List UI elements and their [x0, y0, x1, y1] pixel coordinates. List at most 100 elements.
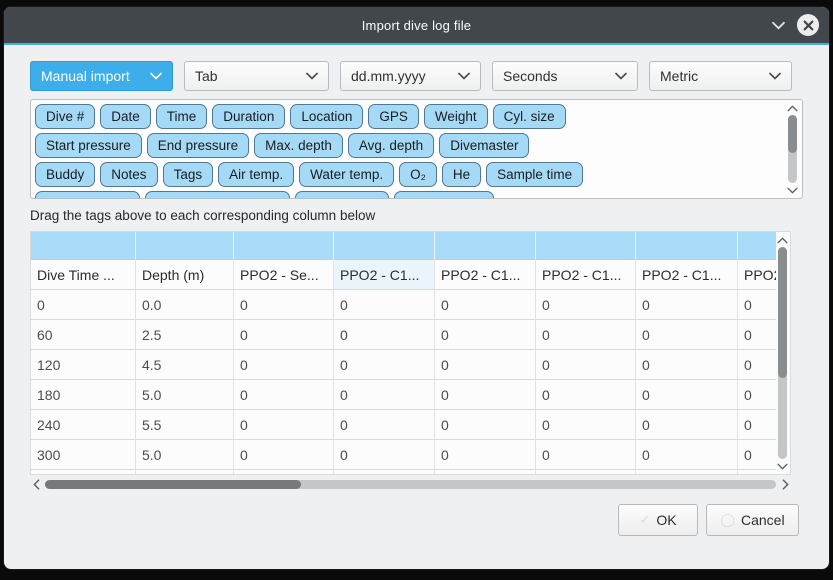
column-header[interactable]: PPO2 - Se...: [234, 260, 334, 290]
field-separator-select[interactable]: Tab: [184, 61, 329, 91]
tag-sample-temperature[interactable]: Sample temperature: [145, 191, 289, 199]
field-separator-value: Tab: [195, 68, 298, 84]
table-cell: 0: [738, 350, 776, 380]
tag-buddy[interactable]: Buddy: [35, 162, 95, 187]
tag-dive[interactable]: Dive #: [35, 104, 95, 129]
chevron-down-icon[interactable]: [786, 184, 798, 196]
table-cell: 0: [536, 410, 636, 440]
tag-he[interactable]: He: [442, 162, 481, 187]
table-row-clipped: [31, 470, 776, 474]
column-header[interactable]: PPO2 - C1...: [738, 260, 776, 290]
date-format-value: dd.mm.yyyy: [351, 68, 450, 84]
tag-end-pressure[interactable]: End pressure: [147, 133, 249, 158]
tag-location[interactable]: Location: [290, 104, 363, 129]
column-drop-target[interactable]: [435, 232, 536, 260]
tag-cyl-size[interactable]: Cyl. size: [493, 104, 566, 129]
import-mode-value: Manual import: [41, 68, 142, 84]
preview-table-grid: Dive Time ...Depth (m)PPO2 - Se...PPO2 -…: [31, 232, 776, 474]
column-header[interactable]: PPO2 - C1...: [334, 260, 435, 290]
tag-list-scrollbar[interactable]: [785, 102, 799, 196]
table-cell: 0.0: [136, 290, 234, 320]
tag-sample-depth[interactable]: Sample depth: [35, 191, 140, 199]
tag-sample-cns[interactable]: Sample CNS: [394, 191, 494, 199]
chevron-down-icon: [615, 72, 627, 80]
date-format-select[interactable]: dd.mm.yyyy: [340, 61, 481, 91]
scrollbar-thumb[interactable]: [45, 480, 301, 489]
tag-o[interactable]: O₂: [399, 162, 437, 187]
scrollbar-thumb[interactable]: [778, 247, 787, 378]
table-cell: 0: [435, 440, 536, 470]
tag-gps[interactable]: GPS: [368, 104, 419, 129]
column-drop-target[interactable]: [738, 232, 776, 260]
tag-time[interactable]: Time: [156, 104, 208, 129]
tag-list-box: Dive #DateTimeDurationLocationGPSWeightC…: [30, 99, 803, 199]
table-cell: 0: [334, 380, 435, 410]
tag-weight[interactable]: Weight: [424, 104, 488, 129]
table-cell: 0: [234, 440, 334, 470]
table-cell: 5.0: [136, 380, 234, 410]
cancel-button[interactable]: ◯ Cancel: [706, 504, 799, 536]
scrollbar-track[interactable]: [778, 247, 787, 459]
tag-divemaster[interactable]: Divemaster: [439, 133, 529, 158]
scrollbar-track[interactable]: [788, 115, 797, 183]
table-cell: 0: [636, 350, 738, 380]
column-header[interactable]: PPO2 - C1...: [636, 260, 738, 290]
table-cell: 300: [31, 440, 136, 470]
chevron-up-icon[interactable]: [786, 102, 798, 114]
chevron-left-icon[interactable]: [30, 479, 42, 491]
column-drop-target[interactable]: [536, 232, 636, 260]
column-header[interactable]: Depth (m): [136, 260, 234, 290]
table-cell: 0: [435, 350, 536, 380]
units-select[interactable]: Metric: [649, 61, 792, 91]
scrollbar-track[interactable]: [45, 480, 776, 489]
tag-row: Start pressureEnd pressureMax. depthAvg.…: [35, 133, 782, 158]
column-header[interactable]: Dive Time ...: [31, 260, 136, 290]
cancel-button-label: Cancel: [741, 512, 785, 528]
tag-start-pressure[interactable]: Start pressure: [35, 133, 142, 158]
tag-avg-depth[interactable]: Avg. depth: [348, 133, 434, 158]
tag-air-temp[interactable]: Air temp.: [218, 162, 294, 187]
chevron-right-icon[interactable]: [779, 479, 791, 491]
table-header-row: Dive Time ...Depth (m)PPO2 - Se...PPO2 -…: [31, 260, 776, 290]
chevron-down-icon: [306, 72, 318, 80]
tag-sample-time[interactable]: Sample time: [486, 162, 583, 187]
import-dialog-window: Import dive log file Manual import Tab d…: [4, 7, 829, 569]
tag-notes[interactable]: Notes: [100, 162, 157, 187]
table-cell: 0: [435, 410, 536, 440]
column-drop-target-row: [31, 232, 776, 260]
import-mode-select[interactable]: Manual import: [30, 61, 173, 91]
column-drop-target[interactable]: [636, 232, 738, 260]
column-header[interactable]: PPO2 - C1...: [435, 260, 536, 290]
column-drop-target[interactable]: [334, 232, 435, 260]
column-header[interactable]: PPO2 - C1...: [536, 260, 636, 290]
table-cell: [136, 470, 234, 474]
tag-water-temp[interactable]: Water temp.: [299, 162, 394, 187]
chevron-up-icon[interactable]: [777, 234, 789, 246]
table-cell: 0: [636, 380, 738, 410]
tag-max-depth[interactable]: Max. depth: [254, 133, 343, 158]
table-row: 3005.0000000: [31, 440, 776, 470]
tag-sample-po[interactable]: Sample pO₂: [295, 191, 390, 199]
titlebar[interactable]: Import dive log file: [4, 7, 829, 43]
table-vertical-scrollbar[interactable]: [776, 234, 789, 472]
column-drop-target[interactable]: [234, 232, 334, 260]
duration-format-select[interactable]: Seconds: [492, 61, 638, 91]
tag-date[interactable]: Date: [100, 104, 151, 129]
table-row: 1805.0000000: [31, 380, 776, 410]
close-button[interactable]: [797, 14, 819, 36]
scrollbar-thumb[interactable]: [788, 115, 797, 153]
cancel-circle-icon: ◯: [720, 512, 735, 528]
column-drop-target[interactable]: [136, 232, 234, 260]
column-drop-target[interactable]: [31, 232, 136, 260]
table-horizontal-scrollbar[interactable]: [30, 477, 791, 492]
table-cell: 0: [334, 440, 435, 470]
chevron-down-icon[interactable]: [769, 16, 787, 34]
tag-tags[interactable]: Tags: [163, 162, 214, 187]
units-value: Metric: [660, 68, 761, 84]
tag-row: Sample depth Sample temperature Sample pO₂…: [35, 191, 782, 199]
ok-button[interactable]: ✓ OK: [618, 504, 698, 536]
chevron-down-icon[interactable]: [777, 460, 789, 472]
table-cell: 0: [234, 320, 334, 350]
instruction-text: Drag the tags above to each correspondin…: [30, 208, 803, 223]
tag-duration[interactable]: Duration: [212, 104, 285, 129]
